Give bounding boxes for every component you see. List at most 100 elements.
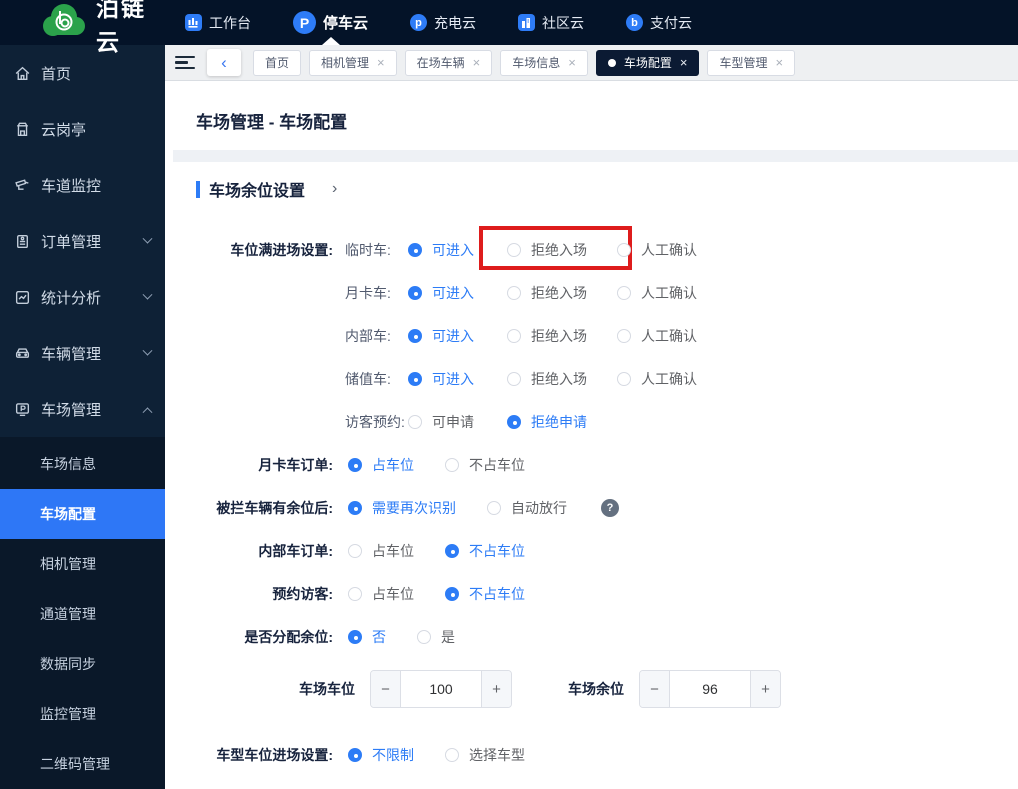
- topnav-charging-cloud[interactable]: p 充电云: [410, 0, 476, 45]
- sidebar-subitem-lot-config[interactable]: 车场配置: [0, 489, 165, 539]
- radio-label: 否: [372, 628, 386, 645]
- tab-bar: ‹ 首页 相机管理 × 在场车辆 × 车场信息 × 车场配置 × 车型管理 ×: [165, 45, 1018, 81]
- radio-internal-order-occupy[interactable]: 占车位: [348, 541, 414, 561]
- topnav-payment-cloud[interactable]: b 支付云: [626, 0, 692, 45]
- help-icon[interactable]: ?: [601, 498, 619, 517]
- radio-temp-manual[interactable]: 人工确认: [617, 240, 697, 260]
- radio-monthly-reject[interactable]: 拒绝入场: [507, 283, 617, 303]
- radio-monthly-order-no-occupy[interactable]: 不占车位: [445, 455, 525, 475]
- radio-allocate-yes[interactable]: 是: [417, 627, 455, 647]
- radio-monthly-manual[interactable]: 人工确认: [617, 283, 697, 303]
- tab-lot-info[interactable]: 车场信息 ×: [500, 49, 588, 76]
- sidebar-item-vehicles[interactable]: 车辆管理: [0, 325, 165, 381]
- radio-internal-reject[interactable]: 拒绝入场: [507, 326, 617, 346]
- sidebar-subitem-data-sync[interactable]: 数据同步: [0, 639, 165, 689]
- sidebar-item-parking-lots[interactable]: 车场管理: [0, 381, 165, 437]
- radio-temp-reject[interactable]: 拒绝入场: [479, 225, 632, 270]
- topnav-label: 工作台: [209, 14, 251, 31]
- topnav-community-cloud[interactable]: 社区云: [518, 0, 584, 45]
- radio-icon: [507, 371, 521, 386]
- plus-button[interactable]: +: [481, 671, 511, 707]
- radio-stored-reject[interactable]: 拒绝入场: [507, 369, 617, 389]
- radio-blocked-rerecognize[interactable]: 需要再次识别: [348, 498, 456, 518]
- workbench-icon: [185, 14, 202, 31]
- radio-visitor-occupy[interactable]: 占车位: [348, 584, 414, 604]
- section-accent-bar: [196, 180, 200, 198]
- close-icon[interactable]: ×: [568, 56, 576, 69]
- radio-type-unlimited[interactable]: 不限制: [348, 745, 414, 765]
- plus-button[interactable]: +: [750, 671, 780, 707]
- sidebar-subitem-channel-mgmt[interactable]: 通道管理: [0, 589, 165, 639]
- close-icon[interactable]: ×: [377, 56, 385, 69]
- sidebar-subitem-monitor-mgmt[interactable]: 监控管理: [0, 689, 165, 739]
- radio-label: 人工确认: [641, 327, 697, 344]
- radio-monthly-allow[interactable]: 可进入: [408, 283, 507, 303]
- sidebar-subitem-lot-info[interactable]: 车场信息: [0, 439, 165, 489]
- sidebar-item-lane-monitor[interactable]: 车道监控: [0, 157, 165, 213]
- radio-label: 可进入: [432, 370, 474, 387]
- row-label: 是否分配余位:: [244, 628, 333, 645]
- parking-cloud-icon: P: [293, 11, 316, 34]
- form-row-monthly-order: 月卡车订单: 占车位 不占车位: [196, 443, 1018, 486]
- section-header: 车场余位设置 ›: [196, 178, 1018, 200]
- brand-logo[interactable]: 泊链云: [0, 0, 165, 57]
- topnav-workbench[interactable]: 工作台: [185, 0, 251, 45]
- radio-icon: [445, 543, 459, 558]
- total-spaces-value[interactable]: 100: [401, 671, 481, 707]
- radio-label: 拒绝入场: [531, 241, 587, 258]
- radio-label: 占车位: [372, 585, 414, 602]
- close-icon[interactable]: ×: [775, 56, 783, 69]
- chevron-right-icon[interactable]: ›: [332, 180, 337, 198]
- tab-lot-config[interactable]: 车场配置 ×: [595, 49, 700, 76]
- minus-button[interactable]: −: [371, 671, 401, 707]
- sidebar-subitem-camera-mgmt[interactable]: 相机管理: [0, 539, 165, 589]
- row-label: 预约访客:: [272, 585, 333, 602]
- subitem-label: 数据同步: [40, 656, 96, 672]
- radio-visitor-no-occupy[interactable]: 不占车位: [445, 584, 525, 604]
- radio-icon: [408, 371, 422, 386]
- radio-label: 拒绝申请: [531, 413, 587, 430]
- cloud-b-logo-icon: [40, 2, 88, 43]
- collapse-menu-icon[interactable]: [175, 53, 195, 73]
- radio-label: 拒绝入场: [531, 327, 587, 344]
- topnav-parking-cloud[interactable]: P 停车云: [293, 0, 368, 45]
- radio-monthly-order-occupy[interactable]: 占车位: [348, 455, 414, 475]
- sidebar-item-statistics[interactable]: 统计分析: [0, 269, 165, 325]
- form-row-internal-order: 内部车订单: 占车位 不占车位: [196, 529, 1018, 572]
- radio-label: 可进入: [432, 241, 474, 258]
- radio-visitor-reject-apply[interactable]: 拒绝申请: [507, 412, 587, 432]
- tab-home[interactable]: 首页: [253, 49, 302, 76]
- radio-type-select[interactable]: 选择车型: [445, 745, 525, 765]
- radio-allocate-no[interactable]: 否: [348, 627, 386, 647]
- top-nav: 工作台 P 停车云 p 充电云 社区云 b 支付云: [185, 0, 734, 45]
- stats-icon: [14, 289, 31, 306]
- close-icon[interactable]: ×: [680, 56, 688, 69]
- form-row-full-entry-stored-value: 储值车: 可进入 拒绝入场 人工确认: [196, 357, 1018, 400]
- sidebar-item-orders[interactable]: 订单管理: [0, 213, 165, 269]
- radio-internal-order-no-occupy[interactable]: 不占车位: [445, 541, 525, 561]
- tab-vehicle-type-mgmt[interactable]: 车型管理 ×: [707, 49, 796, 76]
- chevron-down-icon: [142, 289, 153, 300]
- radio-temp-allow[interactable]: 可进入: [408, 240, 507, 260]
- radio-icon: [617, 242, 631, 257]
- radio-internal-allow[interactable]: 可进入: [408, 326, 507, 346]
- remaining-spaces-value[interactable]: 96: [670, 671, 750, 707]
- radio-stored-manual[interactable]: 人工确认: [617, 369, 697, 389]
- topbar: 泊链云 工作台 P 停车云 p 充电云 社区云 b 支付云: [0, 0, 1018, 55]
- chevron-down-icon: [142, 233, 153, 244]
- close-icon[interactable]: ×: [473, 56, 481, 69]
- sidebar-item-label: 订单管理: [41, 233, 102, 251]
- sidebar-item-cloud-booth[interactable]: 云岗亭: [0, 101, 165, 157]
- radio-stored-allow[interactable]: 可进入: [408, 369, 507, 389]
- row-label: 月卡车订单:: [258, 456, 333, 473]
- tabs-scroll-left-button[interactable]: ‹: [207, 49, 241, 76]
- sub-label: 访客预约:: [345, 413, 405, 430]
- tab-onsite-vehicles[interactable]: 在场车辆 ×: [404, 49, 493, 76]
- radio-visitor-allow-apply[interactable]: 可申请: [408, 412, 507, 432]
- minus-button[interactable]: −: [640, 671, 670, 707]
- tab-camera-mgmt[interactable]: 相机管理 ×: [309, 49, 397, 76]
- radio-internal-manual[interactable]: 人工确认: [617, 326, 697, 346]
- radio-blocked-auto-release[interactable]: 自动放行: [487, 498, 567, 518]
- radio-label: 可申请: [432, 413, 474, 430]
- sidebar-item-label: 云岗亭: [41, 121, 87, 139]
